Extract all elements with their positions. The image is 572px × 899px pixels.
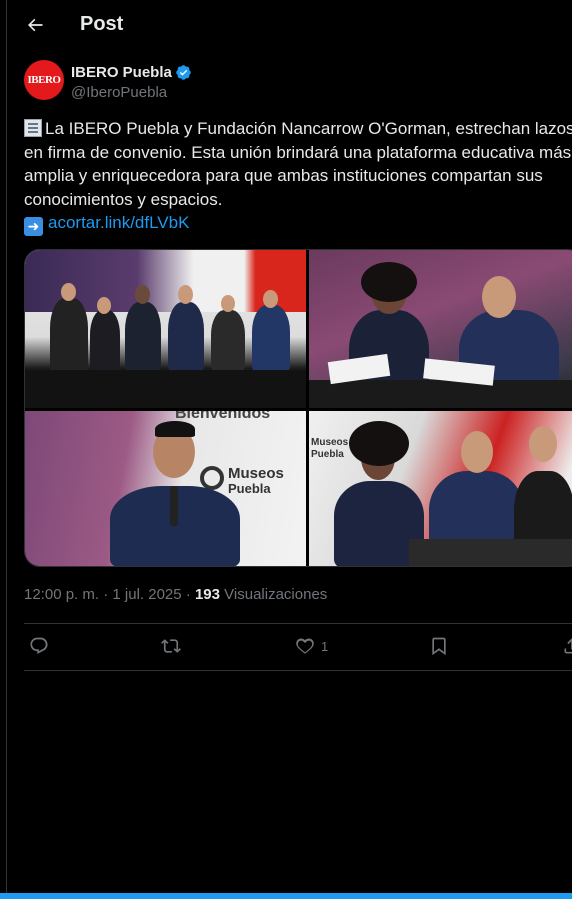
tweet-text: La IBERO Puebla y Fundación Nancarrow O'…: [24, 117, 572, 236]
banner-text: Bienvenidos: [175, 411, 271, 422]
divider: [24, 623, 572, 624]
newspaper-icon: [24, 119, 42, 137]
person: [125, 302, 161, 372]
like-button[interactable]: 1: [295, 636, 328, 656]
sign-text-2: Puebla: [228, 481, 271, 496]
repost-button[interactable]: [161, 636, 181, 656]
photo-group[interactable]: [25, 250, 306, 408]
person: [50, 298, 88, 373]
person-head: [529, 426, 557, 462]
heart-icon: [296, 638, 314, 654]
person-head: [97, 297, 111, 314]
action-bar: 1: [24, 636, 572, 660]
tweet-line-1: La IBERO Puebla y Fundación Nancarrow O'…: [24, 117, 572, 141]
hair: [155, 421, 195, 437]
back-arrow-icon: [28, 18, 43, 32]
main-column: Post IBERO IBERO Puebla @IberoPuebla La …: [6, 0, 572, 893]
author-handle[interactable]: @IberoPuebla: [71, 84, 167, 101]
like-count: 1: [321, 638, 329, 654]
bottom-accent-bar: [0, 893, 572, 899]
person: [252, 305, 290, 372]
right-arrow-icon: ➜: [24, 217, 43, 236]
divider: [24, 670, 572, 671]
table: [309, 380, 572, 408]
reply-icon: [30, 637, 48, 654]
person: [168, 302, 204, 372]
person-head: [135, 285, 150, 304]
views-label: Visualizaciones: [224, 586, 328, 603]
sign-text-2: Puebla: [311, 449, 344, 460]
tweet-link-line: ➜ acortar.link/dfLVbK: [24, 211, 572, 236]
media-grid: Bienvenidos Museos Puebla Museos Puebla: [24, 249, 572, 567]
person: [211, 310, 245, 372]
meta-separator: ·: [103, 586, 109, 603]
author-name[interactable]: IBERO Puebla: [71, 64, 192, 81]
tweet-line-4: conocimientos y espacios.: [24, 189, 223, 209]
bookmark-button[interactable]: [429, 636, 449, 656]
avatar-logo-text: IBERO: [27, 74, 61, 86]
post-time[interactable]: 12:00 p. m.: [24, 586, 99, 603]
back-button[interactable]: [21, 11, 49, 39]
table: [25, 370, 306, 408]
microphone-icon: [170, 486, 178, 526]
page-title: Post: [80, 13, 124, 35]
meta-separator: ·: [185, 586, 191, 603]
share-icon: [564, 638, 572, 654]
hair: [361, 262, 417, 302]
person-head: [263, 290, 278, 308]
repost-icon: [161, 639, 181, 653]
person-head: [61, 283, 76, 301]
tweet-link[interactable]: acortar.link/dfLVbK: [48, 213, 189, 232]
bookmark-icon: [432, 637, 446, 656]
person: [90, 310, 120, 372]
person-head: [482, 276, 516, 318]
person-head: [178, 285, 193, 304]
avatar[interactable]: IBERO: [24, 60, 64, 100]
person-head: [221, 295, 235, 312]
museum-logo-icon: [200, 466, 224, 490]
sign-text: Museos: [228, 465, 284, 482]
verified-badge-icon: [176, 65, 191, 80]
photo-signing-2[interactable]: Museos Puebla: [309, 411, 572, 566]
photo-signing-1[interactable]: [309, 250, 572, 408]
reply-button[interactable]: [29, 636, 49, 656]
sign-text: Museos: [311, 437, 349, 448]
header: Post: [7, 0, 572, 50]
hair: [349, 421, 409, 466]
person-head: [461, 431, 493, 473]
share-button[interactable]: [562, 636, 572, 656]
tweet-line-2: en firma de convenio. Esta unión brindar…: [24, 142, 572, 162]
views-count: 193: [194, 586, 220, 603]
tweet-line-text-1: La IBERO Puebla y Fundación Nancarrow O'…: [45, 119, 572, 138]
author-name-label: IBERO Puebla: [71, 64, 172, 81]
post-date[interactable]: 1 jul. 2025: [112, 586, 181, 603]
tweet-line-3: amplia y enriquecedora para que ambas in…: [24, 166, 543, 185]
table: [409, 539, 572, 566]
post-meta: 12:00 p. m. · 1 jul. 2025 · 193 Visualiz…: [24, 586, 327, 603]
photo-speaker[interactable]: Bienvenidos Museos Puebla: [25, 411, 306, 566]
